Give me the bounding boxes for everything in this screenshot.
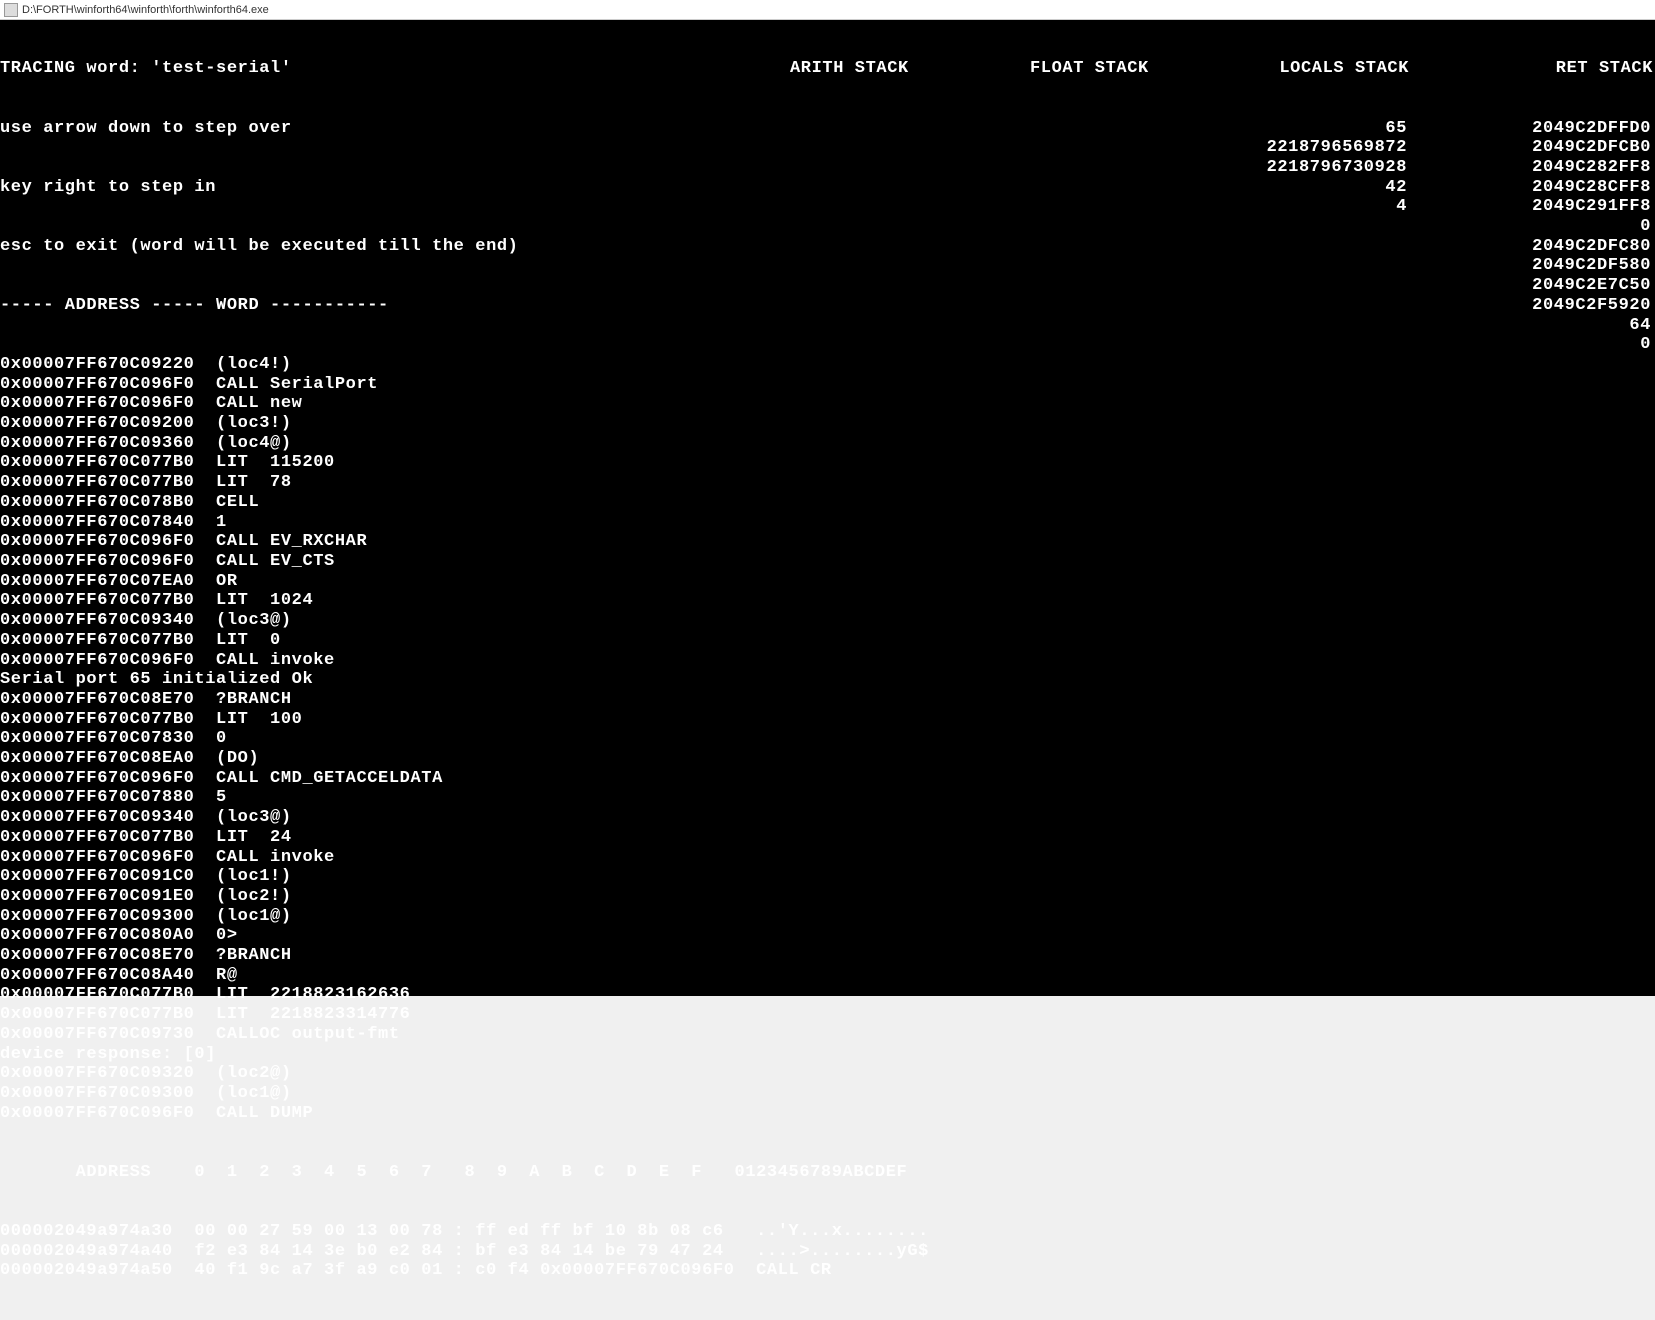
trace-row: 0x00007FF670C078B0 CELL bbox=[0, 493, 929, 513]
trace-row: 0x00007FF670C077B0 LIT 2218823162636 bbox=[0, 985, 929, 1005]
trace-row: 0x00007FF670C07830 0 bbox=[0, 729, 929, 749]
help-step-over: use arrow down to step over bbox=[0, 119, 929, 139]
locals-stack-value: 4 bbox=[1211, 197, 1409, 217]
ret-stack-value: 2049C291FF8 bbox=[1455, 197, 1653, 217]
dump-row: 000002049a974a40 f2 e3 84 14 3e b0 e2 84… bbox=[0, 1242, 929, 1262]
ret-stack-value: 2049C2DFCB0 bbox=[1455, 138, 1653, 158]
dump-header: ADDRESS 0 1 2 3 4 5 6 7 8 9 A B C D E F … bbox=[0, 1163, 929, 1183]
ret-stack-value: 2049C2E7C50 bbox=[1455, 276, 1653, 296]
trace-row: 0x00007FF670C09360 (loc4@) bbox=[0, 434, 929, 454]
titlebar[interactable]: D:\FORTH\winforth64\winforth\forth\winfo… bbox=[0, 0, 1655, 20]
trace-row: 0x00007FF670C091C0 (loc1!) bbox=[0, 867, 929, 887]
trace-row: 0x00007FF670C09340 (loc3@) bbox=[0, 808, 929, 828]
dump-row: 000002049a974a50 40 f1 9c a7 3f a9 c0 01… bbox=[0, 1261, 929, 1281]
trace-row: 0x00007FF670C096F0 CALL SerialPort bbox=[0, 375, 929, 395]
help-exit: esc to exit (word will be executed till … bbox=[0, 237, 929, 257]
trace-row: 0x00007FF670C07840 1 bbox=[0, 513, 929, 533]
ret-stack-value: 2049C2DF580 bbox=[1455, 256, 1653, 276]
trace-row: 0x00007FF670C07EA0 OR bbox=[0, 572, 929, 592]
trace-row: 0x00007FF670C096F0 CALL new bbox=[0, 394, 929, 414]
trace-row: 0x00007FF670C07880 5 bbox=[0, 788, 929, 808]
trace-row: 0x00007FF670C096F0 CALL invoke bbox=[0, 651, 929, 671]
app-icon bbox=[4, 3, 18, 17]
trace-row: 0x00007FF670C096F0 CALL EV_RXCHAR bbox=[0, 532, 929, 552]
trace-row: 0x00007FF670C096F0 CALL EV_CTS bbox=[0, 552, 929, 572]
ret-stack-value: 0 bbox=[1455, 217, 1653, 237]
locals-stack-value: 2218796730928 bbox=[1211, 158, 1409, 178]
trace-columns: ----- ADDRESS ----- WORD ----------- bbox=[0, 296, 929, 316]
window-title: D:\FORTH\winforth64\winforth\forth\winfo… bbox=[22, 4, 269, 16]
trace-row: device response: [0] bbox=[0, 1045, 929, 1065]
trace-row: Serial port 65 initialized Ok bbox=[0, 670, 929, 690]
trace-row: 0x00007FF670C096F0 CALL CMD_GETACCELDATA bbox=[0, 769, 929, 789]
trace-row: 0x00007FF670C096F0 CALL DUMP bbox=[0, 1104, 929, 1124]
trace-row: 0x00007FF670C077B0 LIT 100 bbox=[0, 710, 929, 730]
ret-stack-value: 2049C2DFFD0 bbox=[1455, 119, 1653, 139]
trace-row: 0x00007FF670C077B0 LIT 24 bbox=[0, 828, 929, 848]
trace-row: 0x00007FF670C09730 CALLOC output-fmt bbox=[0, 1025, 929, 1045]
ret-stack-value: 64 bbox=[1455, 316, 1653, 336]
ret-stack-label: RET STACK bbox=[1455, 59, 1655, 79]
ret-stack-value: 2049C282FF8 bbox=[1455, 158, 1653, 178]
trace-row: 0x00007FF670C077B0 LIT 0 bbox=[0, 631, 929, 651]
trace-row: 0x00007FF670C08EA0 (DO) bbox=[0, 749, 929, 769]
locals-stack-value: 65 bbox=[1211, 119, 1409, 139]
locals-stack-value: 2218796569872 bbox=[1211, 138, 1409, 158]
float-stack-label: FLOAT STACK bbox=[1030, 59, 1151, 79]
trace-row: 0x00007FF670C077B0 LIT 1024 bbox=[0, 591, 929, 611]
arith-stack-label: ARITH STACK bbox=[790, 59, 911, 79]
trace-row: 0x00007FF670C09300 (loc1@) bbox=[0, 1084, 929, 1104]
trace-row: 0x00007FF670C09220 (loc4!) bbox=[0, 355, 929, 375]
trace-row: 0x00007FF670C09300 (loc1@) bbox=[0, 907, 929, 927]
trace-row: 0x00007FF670C091E0 (loc2!) bbox=[0, 887, 929, 907]
trace-row: 0x00007FF670C077B0 LIT 2218823314776 bbox=[0, 1005, 929, 1025]
locals-stack-value: 42 bbox=[1211, 178, 1409, 198]
console-output: TRACING word: 'test-serial' use arrow do… bbox=[0, 20, 1655, 996]
trace-row: 0x00007FF670C077B0 LIT 115200 bbox=[0, 453, 929, 473]
locals-stack-label: LOCALS STACK bbox=[1211, 59, 1411, 79]
help-step-in: key right to step in bbox=[0, 178, 929, 198]
trace-row: 0x00007FF670C08A40 R@ bbox=[0, 966, 929, 986]
float-stack: FLOAT STACK bbox=[1030, 20, 1151, 119]
dump-row: 000002049a974a30 00 00 27 59 00 13 00 78… bbox=[0, 1222, 929, 1242]
trace-row: 0x00007FF670C096F0 CALL invoke bbox=[0, 848, 929, 868]
ret-stack: RET STACK 2049C2DFFD02049C2DFCB02049C282… bbox=[1455, 20, 1655, 394]
ret-stack-value: 0 bbox=[1455, 335, 1653, 355]
trace-row: 0x00007FF670C08E70 ?BRANCH bbox=[0, 690, 929, 710]
trace-row: 0x00007FF670C09320 (loc2@) bbox=[0, 1064, 929, 1084]
ret-stack-value: 2049C2DFC80 bbox=[1455, 237, 1653, 257]
arith-stack: ARITH STACK bbox=[790, 20, 911, 119]
ret-stack-value: 2049C2F5920 bbox=[1455, 296, 1653, 316]
trace-row: 0x00007FF670C09340 (loc3@) bbox=[0, 611, 929, 631]
trace-row: 0x00007FF670C077B0 LIT 78 bbox=[0, 473, 929, 493]
trace-row: 0x00007FF670C08E70 ?BRANCH bbox=[0, 946, 929, 966]
ret-stack-value: 2049C28CFF8 bbox=[1455, 178, 1653, 198]
locals-stack: LOCALS STACK 652218796569872221879673092… bbox=[1211, 20, 1411, 256]
trace-row: 0x00007FF670C080A0 0> bbox=[0, 926, 929, 946]
trace-row: 0x00007FF670C09200 (loc3!) bbox=[0, 414, 929, 434]
